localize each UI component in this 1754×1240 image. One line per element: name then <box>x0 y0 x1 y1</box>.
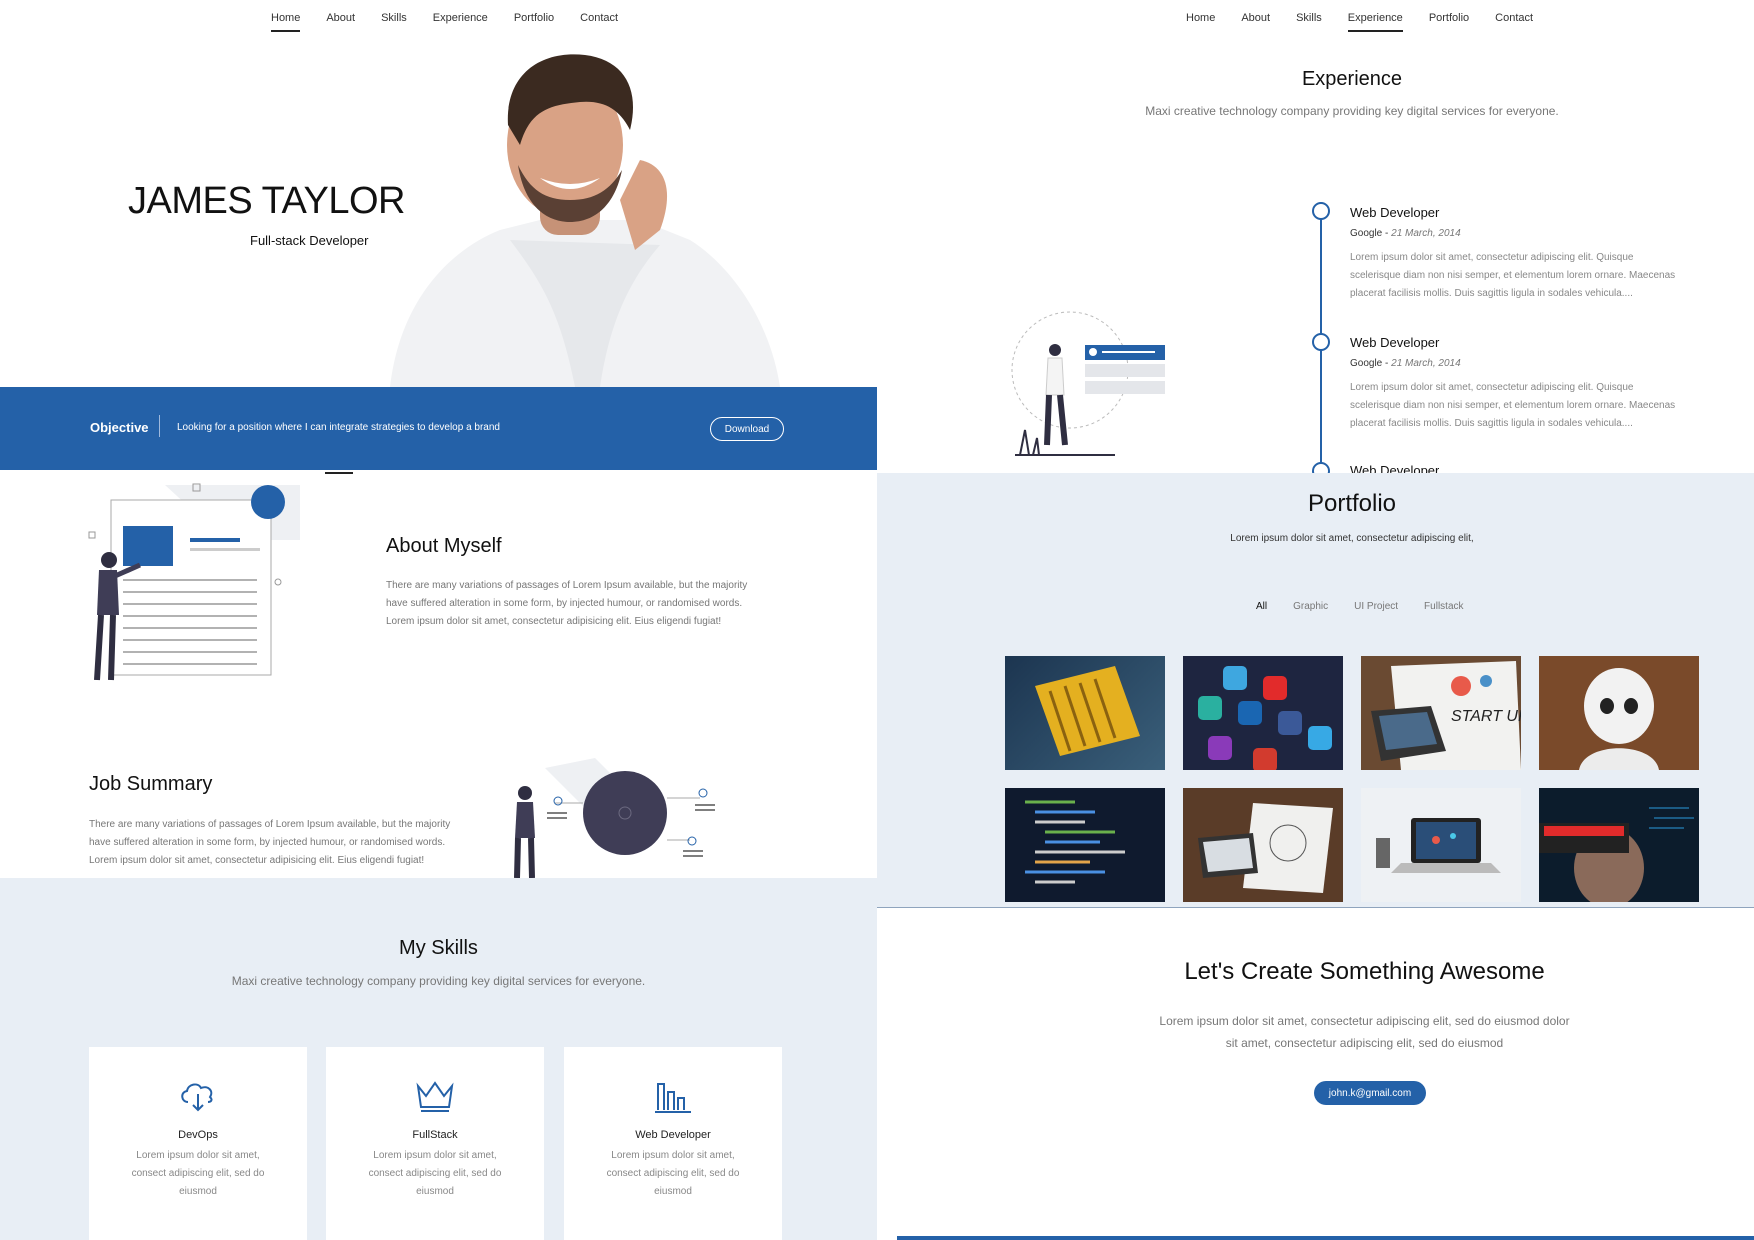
startup-sketch-image: START UP <box>1371 661 1521 770</box>
objective-bar: Objective Looking for a position where I… <box>0 387 877 470</box>
portfolio-item[interactable] <box>1005 788 1165 902</box>
nav-skills[interactable]: Skills <box>1296 12 1322 32</box>
job-title: Web Developer <box>1350 335 1440 350</box>
svg-text:START UP: START UP <box>1451 708 1521 725</box>
contact-title: Let's Create Something Awesome <box>1184 958 1545 985</box>
filter-all[interactable]: All <box>1256 601 1267 612</box>
top-nav-right: Home About Skills Experience Portfolio C… <box>1186 12 1533 32</box>
timeline-dot-partial <box>1312 462 1332 473</box>
nav-home[interactable]: Home <box>271 12 301 32</box>
code-editor-image <box>1025 800 1125 884</box>
portfolio-item[interactable] <box>1183 788 1343 902</box>
about-title: About Myself <box>386 535 502 557</box>
graphics-card-image <box>1035 666 1140 756</box>
job-title: Web Developer <box>1350 205 1440 220</box>
hero-name: JAMES TAYLOR <box>128 180 405 222</box>
skill-card-fullstack[interactable]: FullStack Lorem ipsum dolor sit amet, co… <box>326 1047 544 1240</box>
portfolio-item[interactable]: START UP <box>1361 656 1521 770</box>
job-description: Lorem ipsum dolor sit amet, consectetur … <box>1350 252 1676 299</box>
experience-item: Web Developer Google - 21 March, 2014 Lo… <box>1350 205 1710 303</box>
job-summary-text: There are many variations of passages of… <box>89 819 451 866</box>
vr-headset-image <box>1539 807 1694 902</box>
right-page: Home About Skills Experience Portfolio C… <box>877 0 1754 1240</box>
job-summary-title: Job Summary <box>89 773 213 795</box>
filter-fullstack[interactable]: Fullstack <box>1424 601 1463 612</box>
job-summary-illustration <box>514 758 715 878</box>
nav-about[interactable]: About <box>326 12 355 32</box>
timeline-dot <box>1312 333 1330 351</box>
top-nav-left: Home About Skills Experience Portfolio C… <box>271 12 618 32</box>
skill-card-text: Lorem ipsum dolor sit amet, consect adip… <box>606 1150 740 1197</box>
email-button[interactable]: john.k@gmail.com <box>1314 1081 1426 1105</box>
portfolio-filters: All Graphic UI Project Fullstack <box>1256 601 1464 612</box>
job-description: Lorem ipsum dolor sit amet, consectetur … <box>1350 382 1676 429</box>
nav-portfolio[interactable]: Portfolio <box>1429 12 1469 32</box>
skill-card-title: Web Developer <box>635 1129 711 1141</box>
skills-subtitle: Maxi creative technology company providi… <box>231 974 646 988</box>
nav-contact[interactable]: Contact <box>1495 12 1533 32</box>
portfolio-item[interactable] <box>1539 656 1699 770</box>
portfolio-subtitle: Lorem ipsum dolor sit amet, consectetur … <box>1230 533 1474 544</box>
section-divider <box>877 907 1754 908</box>
sketch-desk-image <box>1198 803 1333 893</box>
timeline-dot <box>1312 202 1330 220</box>
nav-experience[interactable]: Experience <box>433 12 488 32</box>
job-title-partial: Web Developer <box>1350 463 1440 473</box>
skill-card-text: Lorem ipsum dolor sit amet, consect adip… <box>368 1150 502 1197</box>
job-meta: Google - 21 March, 2014 <box>1350 358 1461 369</box>
skill-card-title: FullStack <box>412 1129 458 1141</box>
portfolio-item[interactable] <box>1005 656 1165 770</box>
crown-icon <box>416 1081 454 1112</box>
portfolio-title: Portfolio <box>1307 490 1397 517</box>
social-apps-image <box>1198 666 1332 770</box>
job-meta: Google - 21 March, 2014 <box>1350 228 1461 239</box>
objective-divider <box>159 415 160 437</box>
portfolio-item[interactable] <box>1539 788 1699 902</box>
nav-contact[interactable]: Contact <box>580 12 618 32</box>
footer-bar <box>897 1236 1754 1240</box>
portfolio-item[interactable] <box>1361 788 1521 902</box>
objective-label: Objective <box>90 420 149 435</box>
nav-home[interactable]: Home <box>1186 12 1215 32</box>
portfolio-item[interactable] <box>1183 656 1343 770</box>
about-illustration <box>88 483 300 681</box>
nav-portfolio[interactable]: Portfolio <box>514 12 554 32</box>
experience-title: Experience <box>1301 68 1403 90</box>
nav-skills[interactable]: Skills <box>381 12 407 32</box>
contact-text: Lorem ipsum dolor sit amet, consectetur … <box>1159 1014 1570 1050</box>
skill-card-title: DevOps <box>178 1129 218 1141</box>
section-marker <box>325 472 353 474</box>
experience-item: Web Developer Google - 21 March, 2014 Lo… <box>1350 335 1710 433</box>
about-text: There are many variations of passages of… <box>386 580 748 627</box>
download-button[interactable]: Download <box>710 417 784 441</box>
nav-about[interactable]: About <box>1241 12 1270 32</box>
bar-chart-icon <box>655 1083 691 1113</box>
skill-card-web-developer[interactable]: Web Developer Lorem ipsum dolor sit amet… <box>564 1047 782 1240</box>
hero-role: Full-stack Developer <box>250 233 369 248</box>
filter-ui-project[interactable]: UI Project <box>1354 601 1398 612</box>
skills-title: My Skills <box>399 937 478 959</box>
objective-text: Looking for a position where I can integ… <box>177 422 500 433</box>
hero-portrait <box>390 54 780 387</box>
filter-graphic[interactable]: Graphic <box>1293 601 1328 612</box>
skill-card-text: Lorem ipsum dolor sit amet, consect adip… <box>131 1150 265 1197</box>
cloud-download-icon <box>181 1083 213 1112</box>
experience-illustration <box>1011 311 1165 456</box>
left-page: Home About Skills Experience Portfolio C… <box>0 0 877 1240</box>
robot-image <box>1579 668 1659 770</box>
laptop-desk-image <box>1376 818 1501 873</box>
nav-experience[interactable]: Experience <box>1347 12 1403 32</box>
skill-card-devops[interactable]: DevOps Lorem ipsum dolor sit amet, conse… <box>89 1047 307 1240</box>
experience-subtitle: Maxi creative technology company providi… <box>1145 104 1559 118</box>
